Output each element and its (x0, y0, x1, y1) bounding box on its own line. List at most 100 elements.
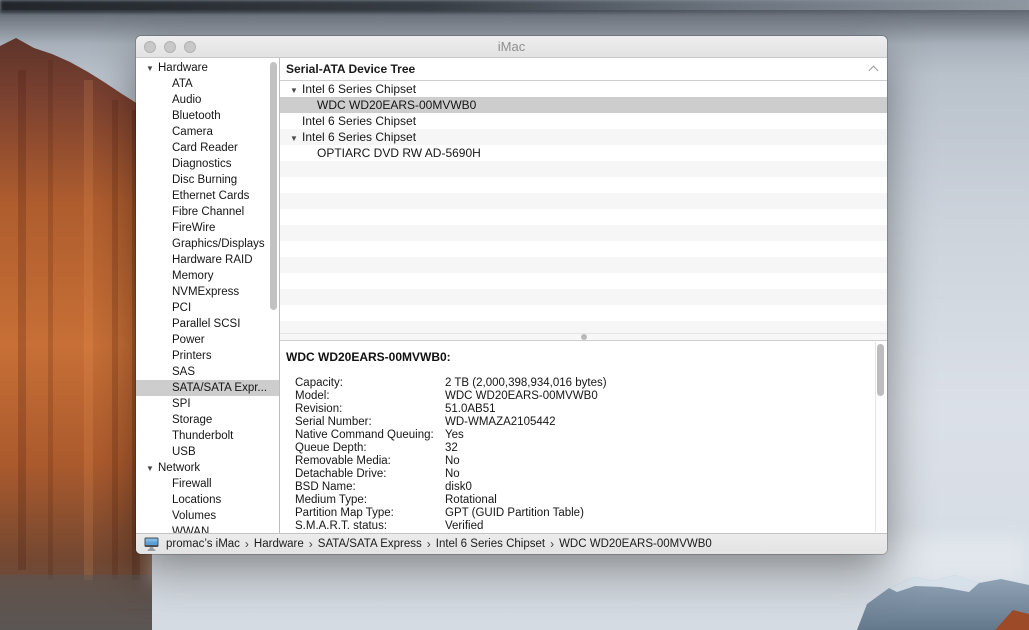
detail-field-detachable-drive: Detachable Drive:No (286, 468, 863, 481)
detail-field-partition-map-type: Partition Map Type:GPT (GUID Partition T… (286, 507, 863, 520)
sidebar-item-label: Parallel SCSI (172, 318, 240, 330)
field-label: Medium Type: (295, 494, 445, 507)
detail-field-model: Model:WDC WD20EARS-00MVWB0 (286, 390, 863, 403)
sidebar-item-printers[interactable]: Printers (136, 348, 279, 364)
sidebar-item-label: SATA/SATA Expr... (172, 382, 267, 394)
sidebar-item-label: Ethernet Cards (172, 190, 249, 202)
sidebar-item-nvmexpress[interactable]: NVMExpress (136, 284, 279, 300)
panel-splitter[interactable] (280, 333, 887, 341)
sidebar-item-ata[interactable]: ATA (136, 76, 279, 92)
sidebar-item-wwan[interactable]: WWAN (136, 524, 279, 533)
sidebar-item-disc-burning[interactable]: Disc Burning (136, 172, 279, 188)
close-button[interactable] (144, 41, 156, 53)
field-value: 51.0AB51 (445, 403, 863, 416)
sidebar-item-volumes[interactable]: Volumes (136, 508, 279, 524)
field-value: disk0 (445, 481, 863, 494)
sidebar-group-label: Network (158, 462, 200, 474)
window-title: iMac (498, 39, 525, 54)
tree-row-empty (280, 209, 887, 225)
breadcrumb-device: WDC WD20EARS-00MVWB0 (559, 538, 712, 550)
tree-row-empty (280, 257, 887, 273)
detail-field-bsd-name: BSD Name:disk0 (286, 481, 863, 494)
sidebar-item-sas[interactable]: SAS (136, 364, 279, 380)
sidebar-item-label: Power (172, 334, 205, 346)
disclosure-icon[interactable]: ▼ (290, 131, 302, 147)
device-tree-header: Serial-ATA Device Tree (280, 58, 887, 81)
collapse-section-icon[interactable] (869, 66, 879, 76)
tree-row-label: Intel 6 Series Chipset (302, 114, 416, 128)
sidebar-group-hardware[interactable]: ▼Hardware (136, 60, 279, 76)
sidebar-item-memory[interactable]: Memory (136, 268, 279, 284)
sidebar-item-graphics-displays[interactable]: Graphics/Displays (136, 236, 279, 252)
breadcrumb-separator: › (309, 537, 313, 551)
tree-row-empty (280, 289, 887, 305)
sidebar-item-locations[interactable]: Locations (136, 492, 279, 508)
sidebar-item-firewall[interactable]: Firewall (136, 476, 279, 492)
details-scrollbar-thumb[interactable] (877, 344, 884, 396)
sidebar-item-parallel-scsi[interactable]: Parallel SCSI (136, 316, 279, 332)
sidebar-item-audio[interactable]: Audio (136, 92, 279, 108)
field-value: Rotational (445, 494, 863, 507)
field-value: Yes (445, 429, 863, 442)
detail-field-capacity: Capacity:2 TB (2,000,398,934,016 bytes) (286, 377, 863, 390)
sidebar-item-usb[interactable]: USB (136, 444, 279, 460)
sidebar-item-pci[interactable]: PCI (136, 300, 279, 316)
field-label: Removable Media: (295, 455, 445, 468)
field-label: Revision: (295, 403, 445, 416)
sidebar-item-fibre-channel[interactable]: Fibre Channel (136, 204, 279, 220)
titlebar[interactable]: iMac (136, 36, 887, 58)
computer-icon (144, 537, 159, 551)
zoom-button[interactable] (184, 41, 196, 53)
sidebar-item-storage[interactable]: Storage (136, 412, 279, 428)
sidebar-item-label: Fibre Channel (172, 206, 244, 218)
sidebar-item-label: Volumes (172, 510, 216, 522)
tree-row-intel-6-series-chipset-3[interactable]: ▼Intel 6 Series Chipset (280, 129, 887, 145)
field-label: Detachable Drive: (295, 468, 445, 481)
sidebar-item-ethernet-cards[interactable]: Ethernet Cards (136, 188, 279, 204)
sidebar-item-label: Diagnostics (172, 158, 231, 170)
selection-path-bar: promac’s iMac › Hardware › SATA/SATA Exp… (136, 533, 887, 554)
sidebar-item-spi[interactable]: SPI (136, 396, 279, 412)
sidebar-item-diagnostics[interactable]: Diagnostics (136, 156, 279, 172)
breadcrumb-separator: › (427, 537, 431, 551)
sidebar-item-thunderbolt[interactable]: Thunderbolt (136, 428, 279, 444)
sidebar-item-label: Storage (172, 414, 212, 426)
sidebar-item-power[interactable]: Power (136, 332, 279, 348)
device-tree-list[interactable]: ▼Intel 6 Series Chipset WDC WD20EARS-00M… (280, 81, 887, 333)
sidebar-item-label: Audio (172, 94, 201, 106)
wallpaper-cliff (0, 0, 152, 630)
sidebar-item-label: Firewall (172, 478, 212, 490)
sidebar-item-sata-sata-express[interactable]: SATA/SATA Expr... (136, 380, 279, 396)
category-sidebar[interactable]: ▼Hardware ATA Audio Bluetooth Camera Car… (136, 58, 280, 533)
field-label: Native Command Queuing: (295, 429, 445, 442)
wallpaper-mountain (857, 568, 1029, 630)
sidebar-item-label: Printers (172, 350, 212, 362)
sidebar-item-hardware-raid[interactable]: Hardware RAID (136, 252, 279, 268)
tree-row-empty (280, 225, 887, 241)
tree-row-wdc-wd20ears[interactable]: WDC WD20EARS-00MVWB0 (280, 97, 887, 113)
minimize-button[interactable] (164, 41, 176, 53)
details-scrollbar-track[interactable] (875, 342, 886, 532)
sidebar-item-card-reader[interactable]: Card Reader (136, 140, 279, 156)
disclosure-icon[interactable]: ▼ (290, 83, 302, 99)
tree-row-empty (280, 321, 887, 333)
breadcrumb-computer: promac’s iMac (166, 538, 240, 550)
sidebar-item-firewire[interactable]: FireWire (136, 220, 279, 236)
breadcrumb-hardware: Hardware (254, 538, 304, 550)
breadcrumb-separator: › (245, 537, 249, 551)
tree-row-intel-6-series-chipset-1[interactable]: ▼Intel 6 Series Chipset (280, 81, 887, 97)
tree-row-label: OPTIARC DVD RW AD-5690H (317, 146, 481, 160)
sidebar-item-label: Memory (172, 270, 214, 282)
tree-row-empty (280, 193, 887, 209)
field-value: Verified (445, 520, 863, 533)
tree-row-intel-6-series-chipset-2[interactable]: Intel 6 Series Chipset (280, 113, 887, 129)
sidebar-group-network[interactable]: ▼Network (136, 460, 279, 476)
device-tree-title: Serial-ATA Device Tree (286, 62, 870, 76)
sidebar-item-label: SAS (172, 366, 195, 378)
tree-row-optiarc-dvd-rw[interactable]: OPTIARC DVD RW AD-5690H (280, 145, 887, 161)
detail-field-revision: Revision:51.0AB51 (286, 403, 863, 416)
sidebar-item-bluetooth[interactable]: Bluetooth (136, 108, 279, 124)
sidebar-item-camera[interactable]: Camera (136, 124, 279, 140)
details-title: WDC WD20EARS-00MVWB0: (286, 350, 863, 364)
sidebar-scrollbar[interactable] (270, 62, 277, 310)
